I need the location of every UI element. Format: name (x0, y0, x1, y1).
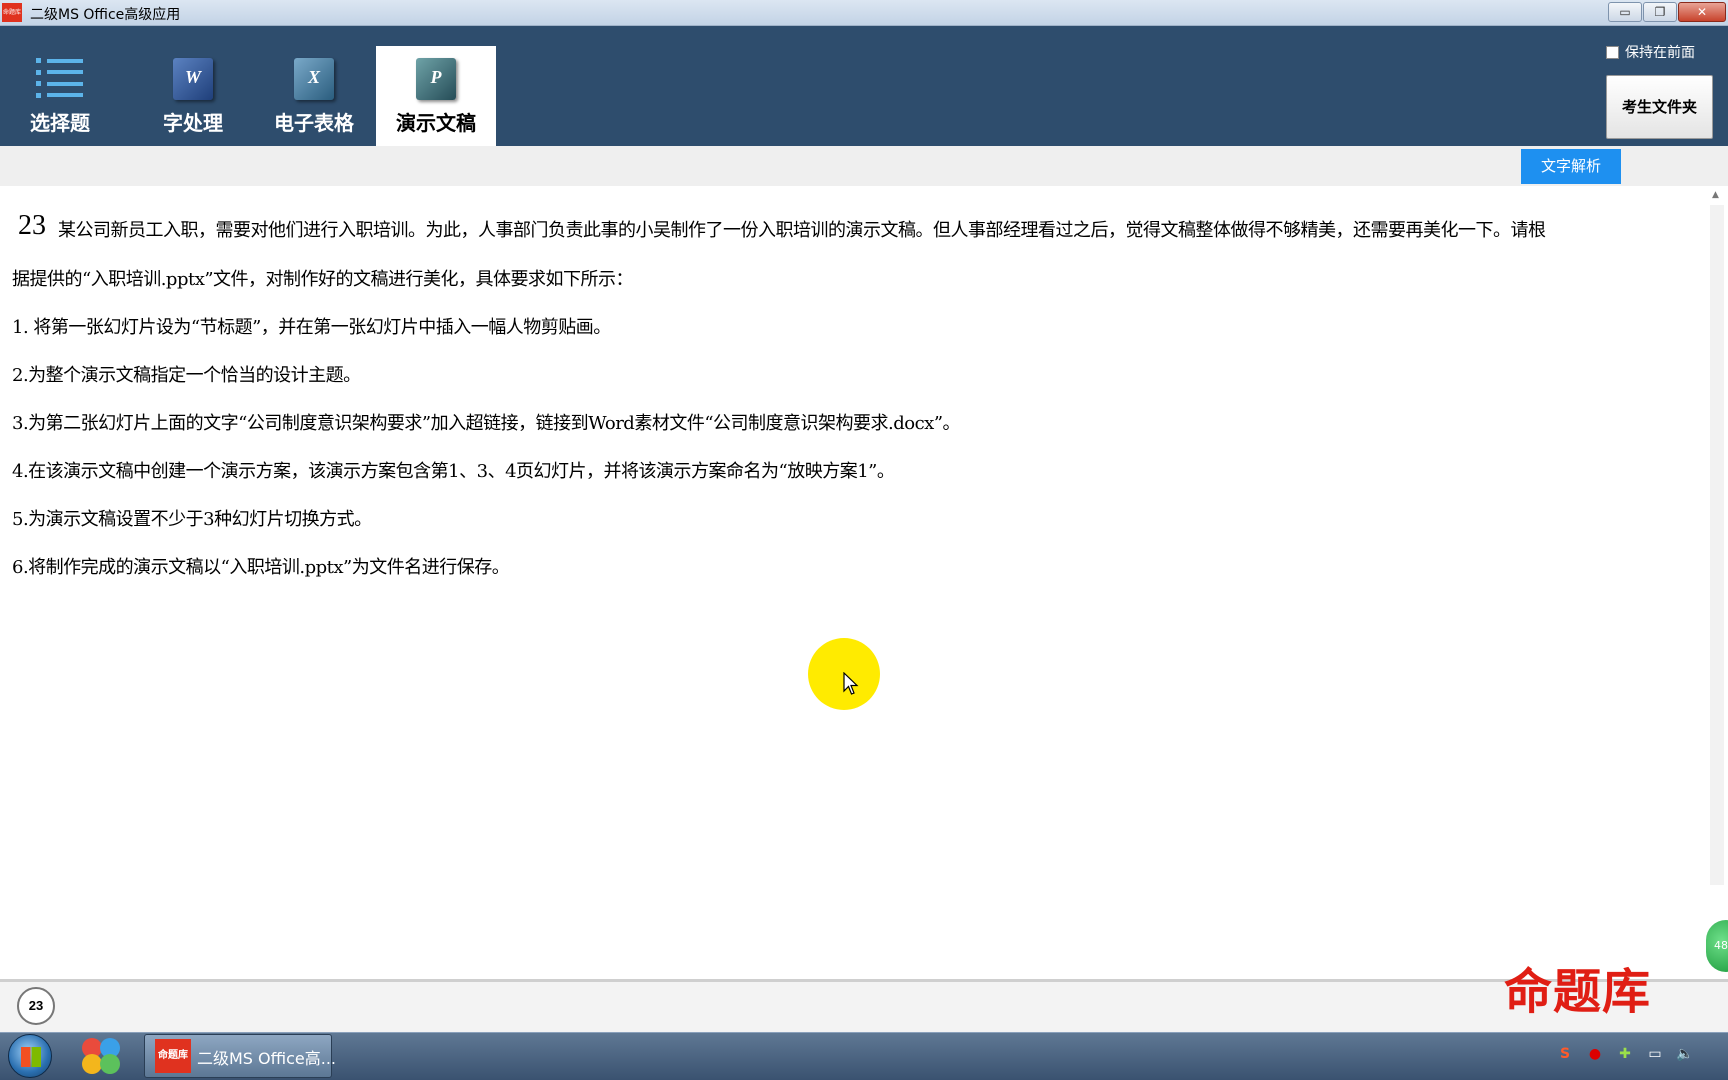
requirement-item-2: 2.为整个演示文稿指定一个恰当的设计主题。 (12, 365, 361, 386)
main-toolbar: 选择题 W 字处理 X 电子表格 P 演示文稿 (0, 26, 1728, 146)
question-intro-line-1: 某公司新员工入职，需要对他们进行入职培训。为此，人事部门负责此事的小吴制作了一份… (58, 220, 1546, 241)
start-menu-button[interactable] (8, 1034, 52, 1078)
stay-front-label: 保持在前面 (1625, 45, 1695, 61)
sub-bar (0, 146, 1728, 186)
tab-label: 选择题 (30, 111, 90, 135)
tab-word-processing[interactable]: W 字处理 (133, 46, 253, 146)
requirement-item-4: 4.在该演示文稿中创建一个演示方案，该演示方案包含第1、3、4页幻灯片，并将该演… (12, 461, 895, 482)
minimize-button[interactable]: ▭ (1608, 2, 1642, 22)
excel-doc-icon: X (294, 58, 334, 100)
restore-button[interactable]: ❐ (1643, 2, 1677, 22)
sogou-icon[interactable]: S (1555, 1044, 1575, 1064)
window-title: 二级MS Office高级应用 (30, 7, 181, 23)
record-icon[interactable]: ● (1585, 1044, 1605, 1064)
tab-choice[interactable]: 选择题 (0, 46, 120, 146)
scroll-up-arrow-icon[interactable]: ▲ (1712, 190, 1719, 200)
list-icon (36, 58, 84, 98)
taskbar-app-label: 二级MS Office高... (197, 1049, 337, 1068)
window-controls: ▭ ❐ ✕ (1608, 2, 1726, 22)
app-icon: 命题库 (2, 3, 22, 22)
vertical-scrollbar[interactable] (1710, 205, 1724, 885)
status-bar (0, 982, 1728, 1032)
requirement-item-1: 1. 将第一张幻灯片设为“节标题”，并在第一张幻灯片中插入一幅人物剪贴画。 (12, 317, 611, 338)
title-bar: 命题库 二级MS Office高级应用 ▭ ❐ ✕ (0, 0, 1728, 26)
stay-front-option[interactable]: 保持在前面 (1606, 42, 1695, 62)
word-doc-icon: W (173, 58, 213, 100)
display-icon[interactable]: ▭ (1645, 1044, 1665, 1064)
volume-icon[interactable]: 🔈 (1675, 1044, 1695, 1064)
side-float-badge[interactable]: 48 (1706, 920, 1728, 972)
requirement-item-5: 5.为演示文稿设置不少于3种幻灯片切换方式。 (12, 509, 372, 530)
question-intro-line-2: 据提供的“入职培训.pptx”文件，对制作好的文稿进行美化，具体要求如下所示： (12, 269, 634, 290)
tab-label: 电子表格 (274, 111, 354, 135)
candidate-folder-button[interactable]: 考生文件夹 (1606, 75, 1713, 139)
question-number: 23 (18, 210, 46, 241)
requirement-item-3: 3.为第二张幻灯片上面的文字“公司制度意识架构要求”加入超链接，链接到Word素… (12, 413, 961, 434)
close-button[interactable]: ✕ (1678, 2, 1726, 22)
taskbar-app-icon: 命题库 (155, 1039, 191, 1073)
system-tray: S ● ✚ ▭ 🔈 (1555, 1044, 1695, 1064)
question-panel (0, 186, 1708, 980)
text-analysis-button[interactable]: 文字解析 (1521, 149, 1621, 184)
mouse-pointer-icon (843, 672, 859, 695)
watermark-logo: 命题库 (1504, 964, 1652, 1020)
quick-launch-icon[interactable] (80, 1036, 122, 1076)
question-page-indicator[interactable]: 23 (17, 987, 55, 1025)
network-plus-icon[interactable]: ✚ (1615, 1044, 1635, 1064)
requirement-item-6: 6.将制作完成的演示文稿以“入职培训.pptx”为文件名进行保存。 (12, 557, 510, 578)
tab-spreadsheet[interactable]: X 电子表格 (254, 46, 374, 146)
tab-label: 演示文稿 (396, 111, 476, 135)
ppt-doc-icon: P (416, 58, 456, 100)
tab-presentation[interactable]: P 演示文稿 (376, 46, 496, 146)
stay-front-checkbox[interactable] (1606, 45, 1619, 59)
tab-label: 字处理 (163, 111, 223, 135)
